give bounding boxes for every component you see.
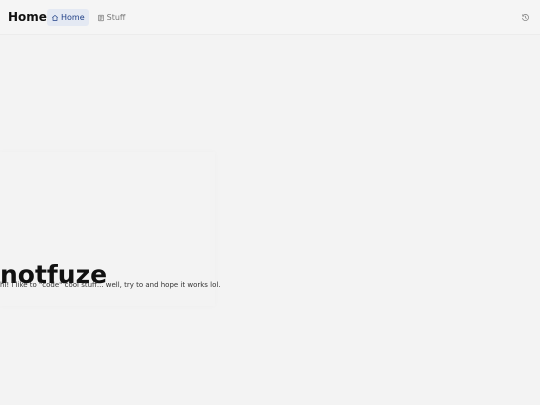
site-brand[interactable]: Home bbox=[8, 9, 47, 26]
page: Home Home Stuff notfuze hi! i like to "c… bbox=[0, 0, 540, 405]
history-icon bbox=[521, 13, 530, 22]
history-button[interactable] bbox=[520, 11, 530, 23]
nav-stuff-tab[interactable]: Stuff bbox=[93, 9, 130, 26]
profile-description: hi! i like to "code" cool stuff... well,… bbox=[0, 281, 221, 289]
nav-home-label: Home bbox=[61, 13, 85, 22]
top-navigation: Home Home Stuff bbox=[0, 0, 540, 35]
nav-stuff-label: Stuff bbox=[106, 13, 126, 22]
nav-home-tab[interactable]: Home bbox=[47, 9, 89, 26]
primary-nav: Home Stuff bbox=[47, 9, 129, 26]
home-icon bbox=[51, 14, 59, 22]
document-icon bbox=[97, 14, 105, 22]
